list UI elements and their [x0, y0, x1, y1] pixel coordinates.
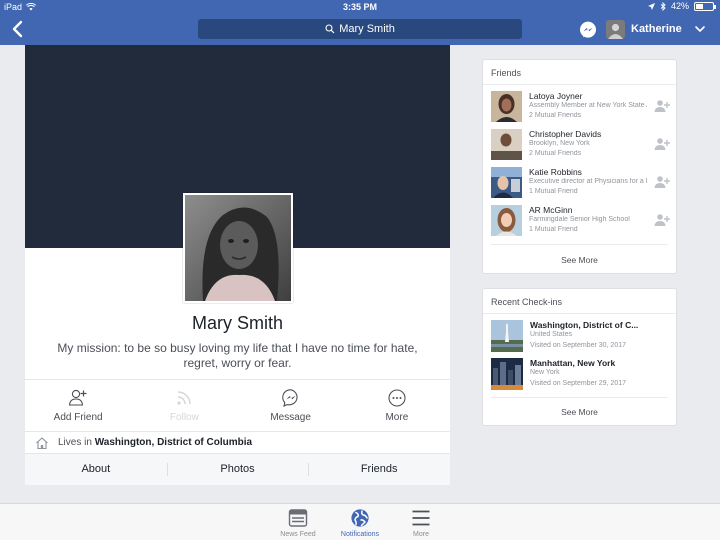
profile-photo[interactable] — [183, 193, 293, 303]
add-friend-icon[interactable] — [654, 99, 670, 113]
tab-more[interactable]: More — [391, 508, 451, 538]
checkins-card: Recent Check-ins Washington, District of… — [482, 288, 677, 426]
more-label: More — [385, 412, 409, 423]
friend-photo — [491, 167, 522, 198]
message-button[interactable]: Message — [238, 380, 344, 431]
tab-news-feed[interactable]: News Feed — [268, 508, 328, 538]
checkin-place[interactable]: Manhattan, New York — [530, 358, 615, 368]
friends-card: Friends Latoya Joyner Assembly Member at… — [482, 59, 677, 274]
follow-button[interactable]: Follow — [131, 380, 237, 431]
friend-item[interactable]: Christopher Davids Brooklyn, New York 2 … — [491, 129, 670, 163]
checkin-photo — [491, 358, 523, 390]
search-query: Mary Smith — [339, 23, 395, 35]
friend-item[interactable]: Katie Robbins Executive director at Phys… — [491, 167, 670, 201]
tab-notifications[interactable]: Notifications — [330, 508, 390, 538]
friend-photo — [491, 91, 522, 122]
message-label: Message — [270, 412, 311, 423]
messenger-outline-icon — [281, 389, 298, 407]
friend-detail: Assembly Member at New York State Assemb… — [529, 102, 647, 109]
friend-name[interactable]: Katie Robbins — [529, 167, 582, 177]
checkins-see-more-link[interactable]: See More — [483, 407, 676, 417]
friend-photo — [491, 205, 522, 236]
checkin-photo — [491, 320, 523, 352]
checkin-region: United States — [530, 331, 573, 338]
user-name[interactable]: Katherine — [631, 23, 682, 35]
house-icon — [36, 436, 48, 449]
location-arrow-icon — [647, 2, 655, 10]
checkin-region: New York — [530, 369, 560, 376]
lives-in-place[interactable]: Washington, District of Columbia — [95, 437, 252, 448]
battery-percent: 42% — [670, 1, 689, 11]
rss-icon — [177, 391, 192, 405]
search-bar[interactable]: Mary Smith — [198, 19, 522, 39]
globe-icon — [351, 509, 369, 527]
checkins-card-title: Recent Check-ins — [483, 289, 676, 314]
status-bar: iPad 3:35 PM 42% — [0, 0, 720, 14]
friend-mutual: 1 Mutual Friend — [529, 226, 578, 233]
friend-item[interactable]: Latoya Joyner Assembly Member at New Yor… — [491, 91, 670, 125]
card-divider — [491, 244, 668, 245]
friend-mutual: 2 Mutual Friends — [529, 112, 582, 119]
lives-in-row[interactable]: Lives in Washington, District of Columbi… — [25, 431, 450, 453]
add-friend-label: Add Friend — [53, 412, 103, 423]
friend-name[interactable]: AR McGinn — [529, 205, 572, 215]
friend-mutual: 2 Mutual Friends — [529, 150, 582, 157]
checkin-visited: Visited on September 29, 2017 — [530, 380, 626, 387]
status-right: 42% — [647, 1, 716, 11]
lives-in-prefix: Lives in — [58, 437, 92, 448]
more-tab-label: More — [413, 531, 429, 538]
back-chevron-icon[interactable] — [10, 19, 26, 39]
user-avatar[interactable] — [606, 20, 625, 39]
tab-friends[interactable]: Friends — [308, 454, 450, 485]
more-button[interactable]: More — [344, 380, 450, 431]
checkin-item[interactable]: Manhattan, New York New York Visited on … — [491, 358, 670, 391]
battery-level — [696, 3, 703, 9]
profile-name: Mary Smith — [191, 313, 283, 333]
friend-mutual: 1 Mutual Friend — [529, 188, 578, 195]
friend-name[interactable]: Latoya Joyner — [529, 91, 582, 101]
profile-bio: My mission: to be so busy loving my life… — [57, 341, 418, 370]
battery-icon — [694, 1, 716, 11]
tab-photos[interactable]: Photos — [166, 454, 309, 485]
profile-tabs: About Photos Friends — [25, 453, 450, 485]
avatar-image — [606, 20, 625, 39]
add-friend-icon[interactable] — [654, 213, 670, 227]
follow-label: Follow — [169, 412, 199, 423]
notifications-label: Notifications — [340, 531, 380, 538]
checkin-visited: Visited on September 30, 2017 — [530, 342, 626, 349]
news-feed-icon — [288, 509, 308, 527]
chevron-down-icon[interactable] — [694, 23, 706, 35]
messenger-icon[interactable] — [579, 21, 597, 39]
more-dots-icon — [388, 389, 406, 407]
friend-name[interactable]: Christopher Davids — [529, 129, 601, 139]
checkin-item[interactable]: Washington, District of C... United Stat… — [491, 320, 670, 353]
friend-detail: Farmingdale Senior High School — [529, 216, 630, 223]
status-time: 3:35 PM — [342, 2, 377, 12]
hamburger-menu-icon — [412, 510, 430, 526]
friend-detail: Executive director at Physicians for a N… — [529, 178, 647, 185]
card-divider — [491, 397, 668, 398]
add-friend-icon[interactable] — [654, 175, 670, 189]
tab-about[interactable]: About — [25, 454, 167, 485]
friends-see-more-link[interactable]: See More — [483, 255, 676, 265]
friend-detail: Brooklyn, New York — [529, 140, 590, 147]
profile-actions: Add Friend Follow Message More — [25, 379, 450, 431]
add-friend-button[interactable]: Add Friend — [25, 380, 131, 431]
friend-item[interactable]: AR McGinn Farmingdale Senior High School… — [491, 205, 670, 239]
nav-bar: Mary Smith Katherine — [0, 14, 720, 45]
friends-card-title: Friends — [483, 60, 676, 85]
add-friend-icon[interactable] — [654, 137, 670, 151]
profile-photo-image — [185, 195, 291, 301]
bottom-tab-bar: News Feed Notifications More — [0, 503, 720, 540]
friend-photo — [491, 129, 522, 160]
profile-card: Mary Smith My mission: to be so busy lov… — [25, 45, 450, 485]
bluetooth-icon — [660, 1, 666, 11]
news-feed-label: News Feed — [280, 531, 316, 538]
checkin-place[interactable]: Washington, District of C... — [530, 320, 638, 330]
add-friend-icon — [69, 389, 87, 406]
search-icon — [325, 24, 335, 34]
